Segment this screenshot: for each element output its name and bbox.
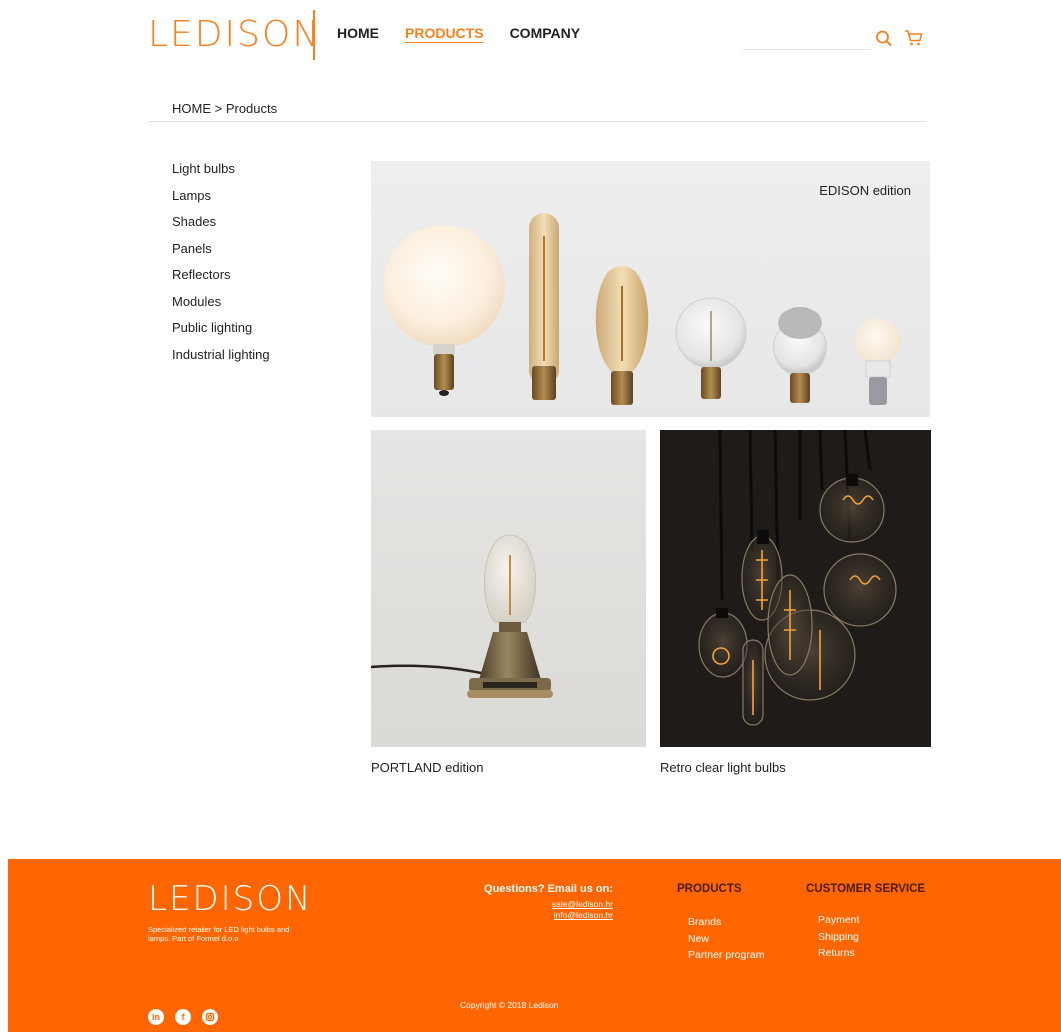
edison-edition-banner[interactable]: EDISON edition: [371, 161, 930, 417]
retro-clear-bulbs-tile[interactable]: [660, 430, 931, 747]
portland-lamp-image: [371, 534, 553, 698]
portland-edition-tile[interactable]: [371, 430, 646, 747]
sidebar-item-reflectors[interactable]: Reflectors: [172, 262, 270, 289]
retro-bulbs-image: [698, 430, 897, 726]
logo-divider: [313, 10, 315, 60]
light-bulbs-image: [383, 213, 901, 405]
search-field: [743, 28, 871, 50]
breadcrumb-divider: [148, 121, 926, 122]
footer-products-list: Brands New Partner program: [688, 914, 764, 964]
hero-caption: EDISON edition: [819, 183, 911, 198]
facebook-icon[interactable]: f: [175, 1009, 191, 1025]
footer-link-returns[interactable]: Returns: [818, 945, 859, 962]
footer-link-payment[interactable]: Payment: [818, 912, 859, 929]
nav-products[interactable]: PRODUCTS: [405, 25, 484, 41]
footer-link-brands[interactable]: Brands: [688, 914, 764, 931]
footer-copyright: Copyright © 2018 Ledison: [460, 1000, 559, 1010]
search-icon[interactable]: [874, 28, 894, 48]
sidebar-item-panels[interactable]: Panels: [172, 236, 270, 263]
footer-service-list: Payment Shipping Returns: [818, 912, 859, 962]
footer-questions: Questions? Email us on:: [484, 883, 613, 895]
main-nav: HOME PRODUCTS COMPANY: [337, 25, 580, 41]
retro-caption[interactable]: Retro clear light bulbs: [660, 760, 786, 775]
sidebar-item-lamps[interactable]: Lamps: [172, 183, 270, 210]
linkedin-icon[interactable]: in: [148, 1009, 164, 1025]
footer-products-title: PRODUCTS: [677, 883, 742, 895]
footer-link-shipping[interactable]: Shipping: [818, 929, 859, 946]
cart-icon[interactable]: [904, 28, 924, 48]
sidebar-item-shades[interactable]: Shades: [172, 209, 270, 236]
footer-emails: sale@ledison.hr info@ledison.hr: [448, 899, 613, 921]
instagram-icon[interactable]: [202, 1009, 218, 1025]
email-info-link[interactable]: info@ledison.hr: [448, 910, 613, 921]
footer-logo[interactable]: LEDISON: [148, 879, 312, 919]
nav-home[interactable]: HOME: [337, 25, 379, 41]
search-input[interactable]: [743, 28, 871, 49]
footer-tagline: Specialized retailer for LED light bulbs…: [148, 925, 290, 943]
sidebar-item-industrial-lighting[interactable]: Industrial lighting: [172, 342, 270, 369]
site-logo[interactable]: LEDISON: [148, 14, 321, 55]
category-sidebar: Light bulbs Lamps Shades Panels Reflecto…: [172, 156, 270, 368]
footer-link-partner-program[interactable]: Partner program: [688, 947, 764, 964]
footer-service-title: CUSTOMER SERVICE: [806, 883, 926, 895]
sidebar-item-public-lighting[interactable]: Public lighting: [172, 315, 270, 342]
social-links: in f: [148, 1009, 218, 1025]
nav-company[interactable]: COMPANY: [510, 25, 581, 41]
sidebar-item-modules[interactable]: Modules: [172, 289, 270, 316]
footer-link-new[interactable]: New: [688, 931, 764, 948]
portland-caption[interactable]: PORTLAND edition: [371, 760, 483, 775]
breadcrumb[interactable]: HOME > Products: [172, 101, 277, 116]
site-footer: LEDISON Specialized retailer for LED lig…: [8, 859, 1061, 1032]
sidebar-item-light-bulbs[interactable]: Light bulbs: [172, 156, 270, 183]
email-sale-link[interactable]: sale@ledison.hr: [448, 899, 613, 910]
